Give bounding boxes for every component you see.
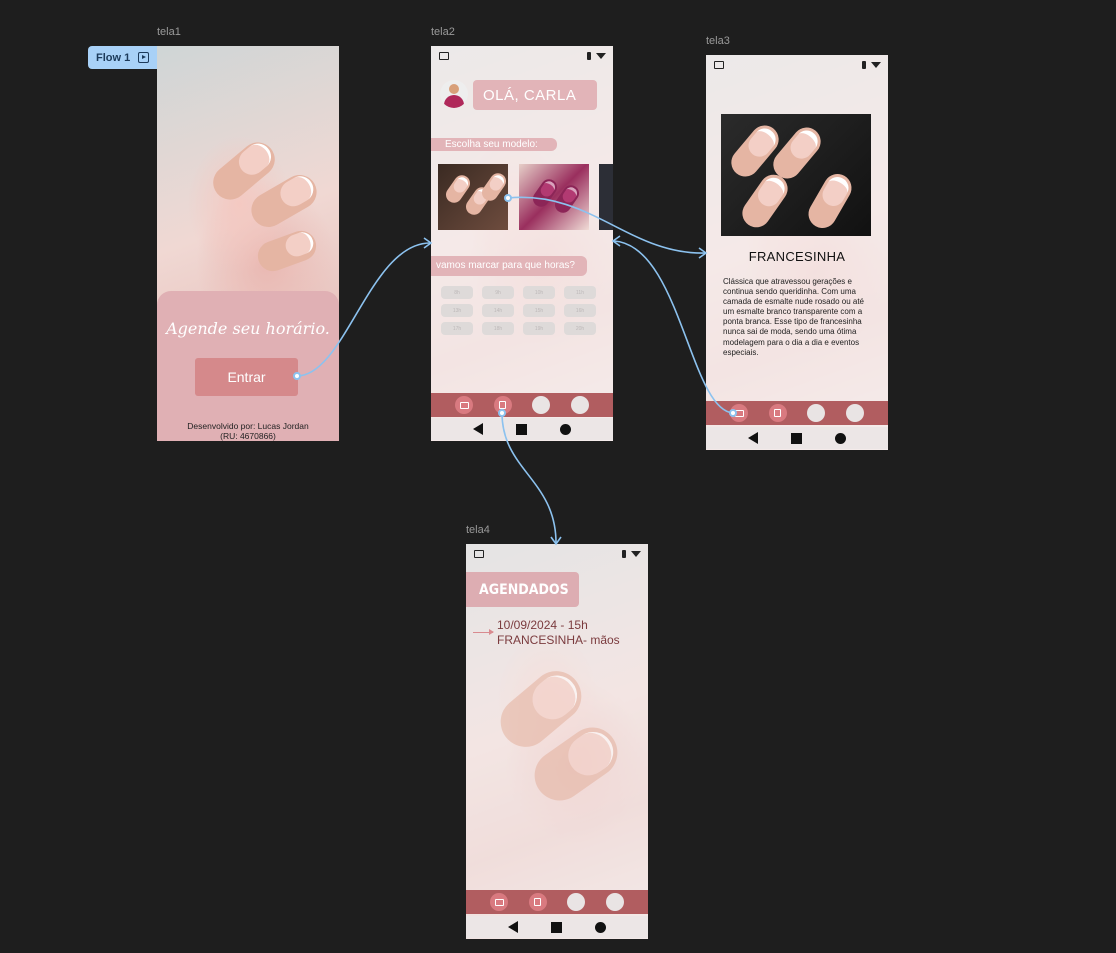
- frame-tela3[interactable]: FRANCESINHA Clássica que atravessou gera…: [706, 55, 888, 450]
- nail-illustration: [803, 168, 857, 234]
- message-icon: [474, 550, 484, 558]
- battery-icon: [587, 52, 591, 60]
- calendar-icon: [534, 898, 542, 906]
- credit-line-2: (RU: 4670866): [220, 431, 276, 441]
- arrowhead: [550, 536, 562, 546]
- choose-model-label: Escolha seu modelo:: [431, 138, 557, 151]
- bottom-tab-bar: [466, 890, 648, 914]
- time-slot[interactable]: 11h: [564, 286, 596, 299]
- model-title: FRANCESINHA: [748, 249, 846, 264]
- wifi-icon: [871, 62, 881, 68]
- frame-tela1[interactable]: Agende seu horário. Entrar Desenvolvido …: [157, 46, 339, 441]
- time-slot[interactable]: 18h: [482, 322, 514, 335]
- recent-icon[interactable]: [834, 432, 846, 444]
- time-slot-grid: 8h 9h 10h 11h 13h 14h 15h 16h 17h 18h 19…: [441, 286, 607, 335]
- enter-button[interactable]: Entrar: [195, 358, 298, 396]
- greeting-banner: OLÁ, CARLA: [473, 80, 597, 110]
- appointment-datetime: 10/09/2024 - 15h: [497, 618, 588, 632]
- appointment-item[interactable]: 10/09/2024 - 15h FRANCESINHA- mãos: [497, 618, 620, 648]
- connector-origin-tela3-tab[interactable]: [729, 409, 737, 417]
- bottom-tab-bar: [431, 393, 613, 417]
- arrowhead: [698, 247, 708, 259]
- tab-empty-3[interactable]: [532, 396, 551, 414]
- status-bar: [466, 544, 648, 564]
- status-bar: [706, 55, 888, 75]
- model-card-decorated[interactable]: [519, 164, 589, 230]
- credit-line-1: Desenvolvido por: Lucas Jordan: [187, 421, 309, 431]
- wifi-icon: [596, 53, 606, 59]
- tab-empty-4[interactable]: [605, 893, 624, 911]
- arrow-right-icon: [473, 629, 494, 635]
- time-slot[interactable]: 17h: [441, 322, 473, 335]
- tab-schedule[interactable]: [768, 404, 787, 422]
- frame-label-tela2[interactable]: tela2: [431, 26, 455, 38]
- welcome-title: Agende seu horário.: [166, 319, 330, 338]
- user-avatar[interactable]: [440, 80, 468, 108]
- time-slot[interactable]: 14h: [482, 304, 514, 317]
- back-icon[interactable]: [508, 921, 519, 933]
- calendar-icon: [774, 409, 782, 417]
- battery-icon: [622, 550, 626, 558]
- time-slot[interactable]: 20h: [564, 322, 596, 335]
- scheduled-header: AGENDADOS: [466, 572, 579, 607]
- time-slot[interactable]: 10h: [523, 286, 555, 299]
- home-icon[interactable]: [550, 921, 562, 933]
- calendar-icon: [499, 401, 507, 409]
- tab-schedule[interactable]: [528, 893, 547, 911]
- frame-label-tela3[interactable]: tela3: [706, 35, 730, 47]
- tab-empty-4[interactable]: [845, 404, 864, 422]
- time-question-label: vamos marcar para que horas?: [431, 256, 587, 276]
- developer-credit: Desenvolvido por: Lucas Jordan (RU: 4670…: [157, 421, 339, 441]
- welcome-card: Agende seu horário. Entrar Desenvolvido …: [157, 291, 339, 441]
- frame-tela2[interactable]: OLÁ, CARLA Escolha seu modelo: vamos mar…: [431, 46, 613, 441]
- appointment-service: FRANCESINHA- mãos: [497, 633, 620, 647]
- model-card-francesinha[interactable]: [438, 164, 508, 230]
- frame-label-tela4[interactable]: tela4: [466, 524, 490, 536]
- connector-origin-tela2-tab[interactable]: [498, 409, 506, 417]
- system-nav-bar: [466, 916, 648, 938]
- time-slot[interactable]: 16h: [564, 304, 596, 317]
- arrowhead: [611, 235, 621, 247]
- flow-play-icon[interactable]: [138, 52, 150, 63]
- battery-icon: [862, 61, 866, 69]
- model-card-partial[interactable]: [599, 164, 613, 230]
- frame-label-tela1[interactable]: tela1: [157, 26, 181, 38]
- connector-origin-tela2-model[interactable]: [504, 194, 512, 202]
- message-icon: [714, 61, 724, 69]
- time-slot[interactable]: 19h: [523, 322, 555, 335]
- flow-label: Flow 1: [96, 51, 131, 64]
- model-description: Clássica que atravessou gerações e conti…: [723, 277, 864, 357]
- frame-tela4[interactable]: AGENDADOS 10/09/2024 - 15h FRANCESINHA- …: [466, 544, 648, 939]
- catalog-icon: [459, 401, 469, 409]
- model-image: [599, 164, 613, 230]
- time-slot[interactable]: 15h: [523, 304, 555, 317]
- message-icon: [439, 52, 449, 60]
- home-icon[interactable]: [515, 423, 527, 435]
- tab-catalog[interactable]: [490, 893, 509, 911]
- system-nav-bar: [431, 418, 613, 440]
- francesinha-photo: [721, 114, 871, 236]
- catalog-icon: [494, 898, 504, 906]
- wifi-icon: [631, 551, 641, 557]
- model-image: [519, 164, 589, 230]
- flow-start-tag[interactable]: Flow 1: [88, 46, 157, 69]
- tab-catalog[interactable]: [455, 396, 474, 414]
- home-icon[interactable]: [790, 432, 802, 444]
- status-bar: [431, 46, 613, 66]
- tab-empty-3[interactable]: [567, 893, 586, 911]
- tab-empty-3[interactable]: [807, 404, 826, 422]
- back-icon[interactable]: [748, 432, 759, 444]
- arrowhead: [423, 237, 433, 249]
- connector-origin-tela1[interactable]: [293, 372, 301, 380]
- recent-icon[interactable]: [594, 921, 606, 933]
- system-nav-bar: [706, 427, 888, 449]
- time-slot[interactable]: 13h: [441, 304, 473, 317]
- back-icon[interactable]: [473, 423, 484, 435]
- time-slot[interactable]: 9h: [482, 286, 514, 299]
- recent-icon[interactable]: [559, 423, 571, 435]
- time-slot[interactable]: 8h: [441, 286, 473, 299]
- tab-empty-4[interactable]: [570, 396, 589, 414]
